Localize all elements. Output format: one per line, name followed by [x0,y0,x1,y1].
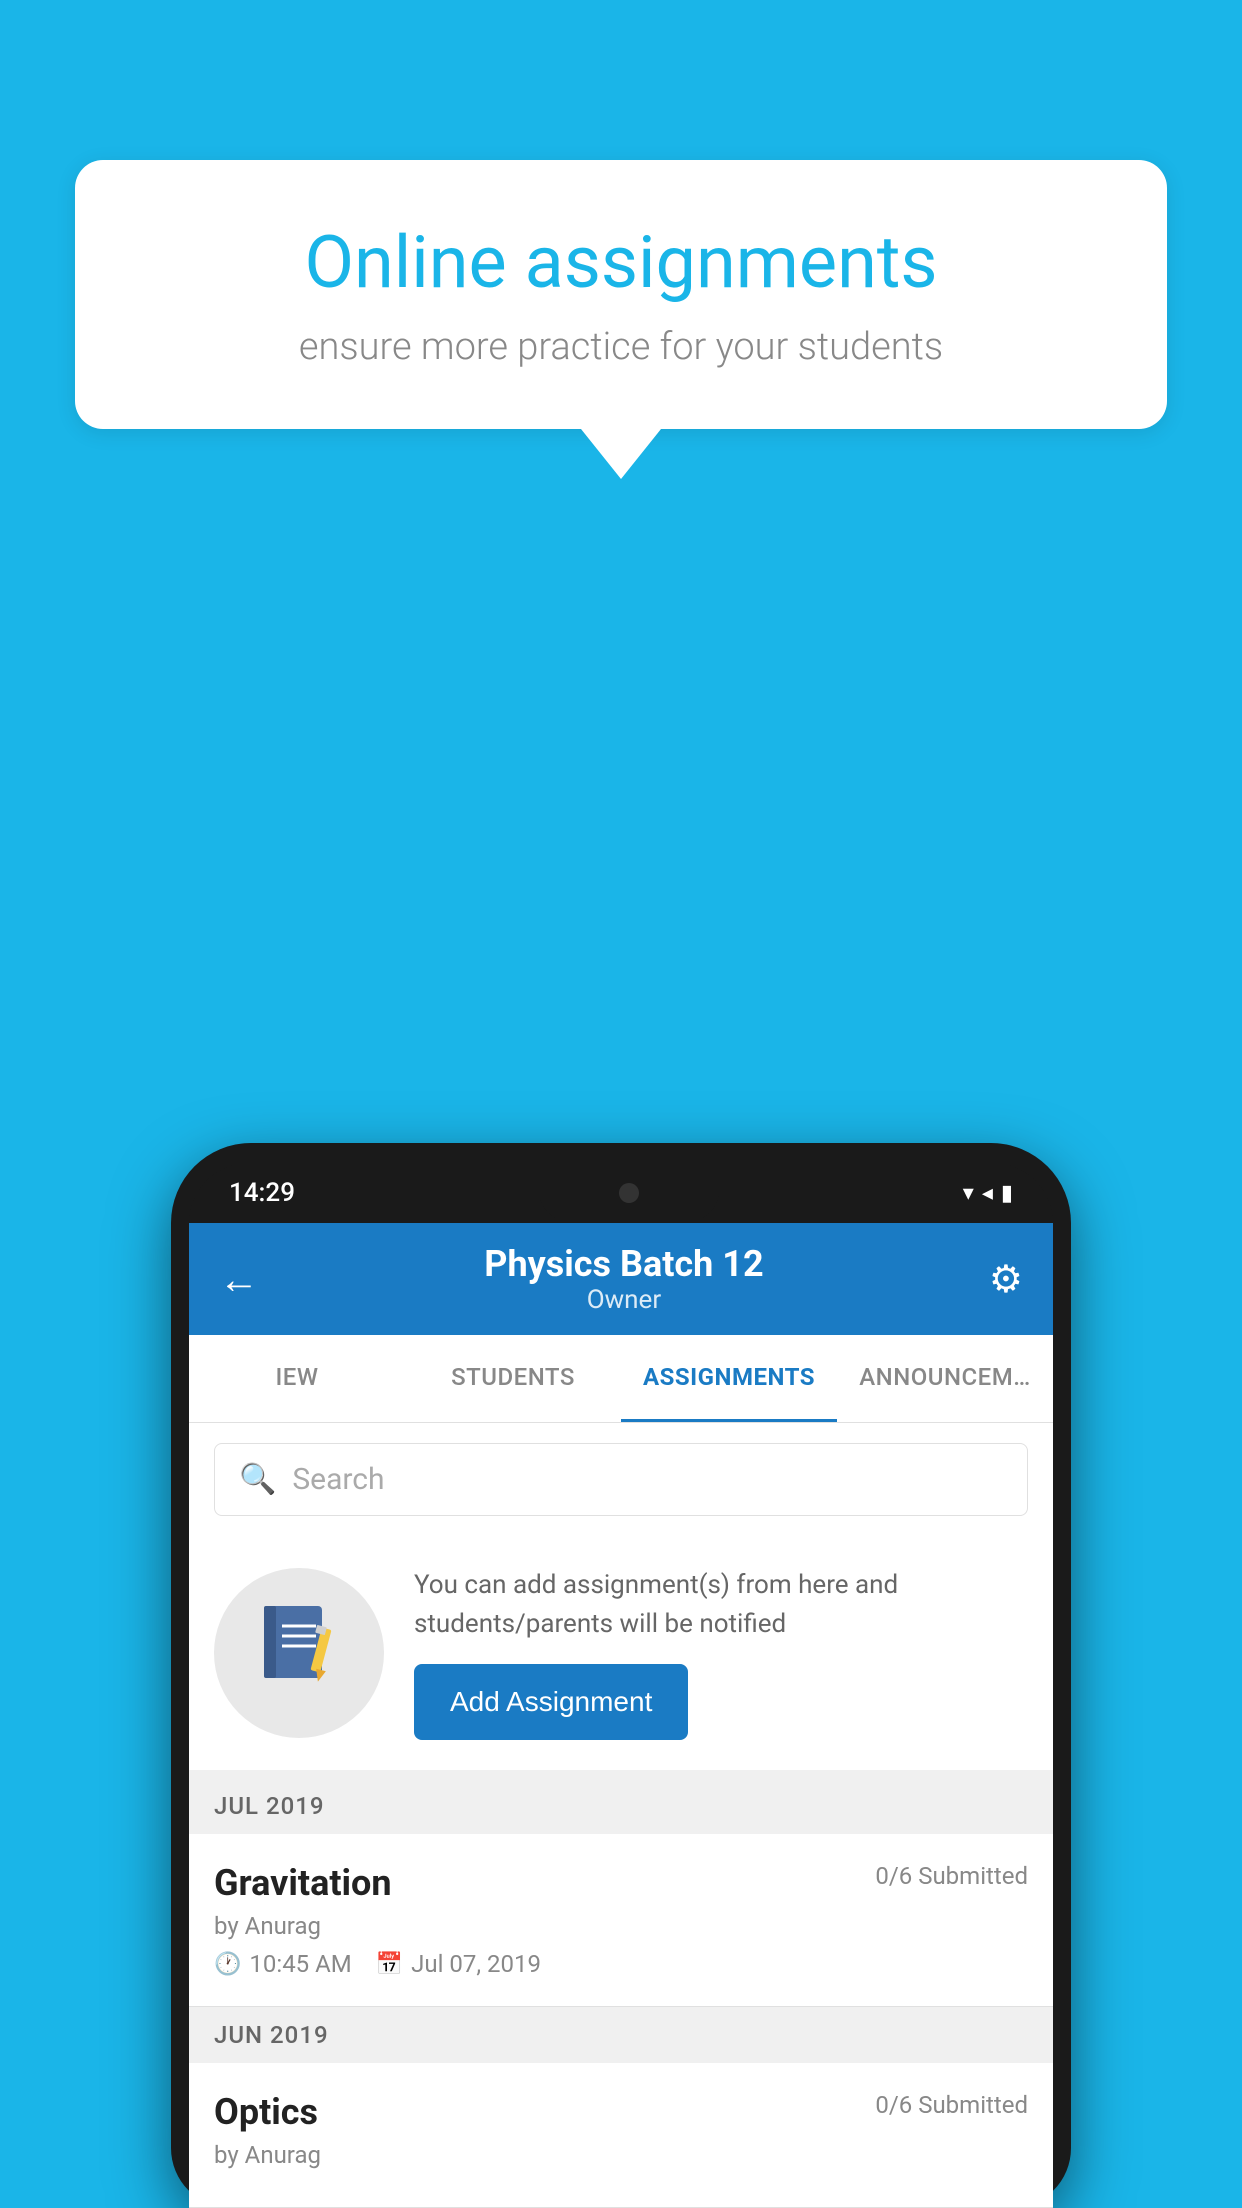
assignment-item-gravitation[interactable]: Gravitation 0/6 Submitted by Anurag 🕐 10… [189,1834,1053,2007]
phone-notch [539,1166,719,1221]
search-placeholder: Search [292,1462,384,1497]
settings-icon[interactable]: ⚙ [989,1257,1023,1302]
wifi-icon: ▾ [963,1181,974,1206]
tab-announcements[interactable]: ANNOUNCEM… [837,1335,1053,1422]
promo-icon-circle [214,1568,384,1738]
notebook-icon [254,1598,344,1708]
assignment-date-text: Jul 07, 2019 [411,1950,541,1978]
tab-overview[interactable]: IEW [189,1335,405,1422]
speech-bubble-subtitle: ensure more practice for your students [145,325,1097,369]
assignment-meta-gravitation: 🕐 10:45 AM 📅 Jul 07, 2019 [214,1950,1028,1978]
month-separator-jun: JUN 2019 [189,2007,1053,2063]
month-separator-jul: JUL 2019 [189,1778,1053,1834]
assignment-top-row: Gravitation 0/6 Submitted [214,1862,1028,1904]
month-label-jun: JUN 2019 [214,2021,329,2049]
search-icon: 🔍 [239,1462,276,1497]
calendar-icon: 📅 [376,1952,403,1977]
speech-bubble-arrow [581,429,661,479]
assignment-title-gravitation: Gravitation [214,1862,392,1904]
speech-bubble-section: Online assignments ensure more practice … [75,160,1167,479]
back-button[interactable]: ← [219,1256,259,1303]
assignment-date-gravitation: 📅 Jul 07, 2019 [376,1950,541,1978]
assignment-author-optics: by Anurag [214,2141,1028,2169]
speech-bubble-title: Online assignments [145,220,1097,305]
search-container: 🔍 Search [189,1423,1053,1536]
add-assignment-button[interactable]: Add Assignment [414,1664,688,1740]
assignment-time-text: 10:45 AM [249,1950,351,1978]
header-title-area: Physics Batch 12 Owner [484,1243,763,1315]
phone-mockup: 14:29 ▾ ◂ ▮ ← Physics Batch 12 Owner ⚙ [171,1143,1071,2208]
assignment-author-gravitation: by Anurag [214,1912,1028,1940]
assignment-submitted-optics: 0/6 Submitted [875,2091,1028,2119]
tab-students[interactable]: STUDENTS [405,1335,621,1422]
camera-icon [619,1183,639,1203]
status-icons: ▾ ◂ ▮ [963,1181,1013,1206]
status-bar: 14:29 ▾ ◂ ▮ [189,1163,1053,1223]
clock-icon: 🕐 [214,1952,241,1977]
promo-content: You can add assignment(s) from here and … [414,1566,1028,1740]
tab-assignments[interactable]: ASSIGNMENTS [621,1335,837,1422]
assignment-item-optics[interactable]: Optics 0/6 Submitted by Anurag [189,2063,1053,2208]
phone-screen: ← Physics Batch 12 Owner ⚙ IEW STUDENTS … [189,1223,1053,2208]
assignment-top-row-optics: Optics 0/6 Submitted [214,2091,1028,2133]
assignment-time-gravitation: 🕐 10:45 AM [214,1950,352,1978]
battery-icon: ▮ [1001,1181,1013,1206]
assignment-title-optics: Optics [214,2091,318,2133]
signal-icon: ◂ [982,1181,993,1206]
status-time: 14:29 [229,1178,295,1208]
assignment-submitted-gravitation: 0/6 Submitted [875,1862,1028,1890]
search-bar[interactable]: 🔍 Search [214,1443,1028,1516]
promo-description: You can add assignment(s) from here and … [414,1566,1028,1644]
batch-title: Physics Batch 12 [484,1243,763,1285]
promo-section: You can add assignment(s) from here and … [189,1536,1053,1778]
tabs-container: IEW STUDENTS ASSIGNMENTS ANNOUNCEM… [189,1335,1053,1423]
month-label-jul: JUL 2019 [214,1792,325,1820]
phone-outer-shell: 14:29 ▾ ◂ ▮ ← Physics Batch 12 Owner ⚙ [171,1143,1071,2208]
app-header: ← Physics Batch 12 Owner ⚙ [189,1223,1053,1335]
batch-role: Owner [484,1285,763,1315]
speech-bubble: Online assignments ensure more practice … [75,160,1167,429]
